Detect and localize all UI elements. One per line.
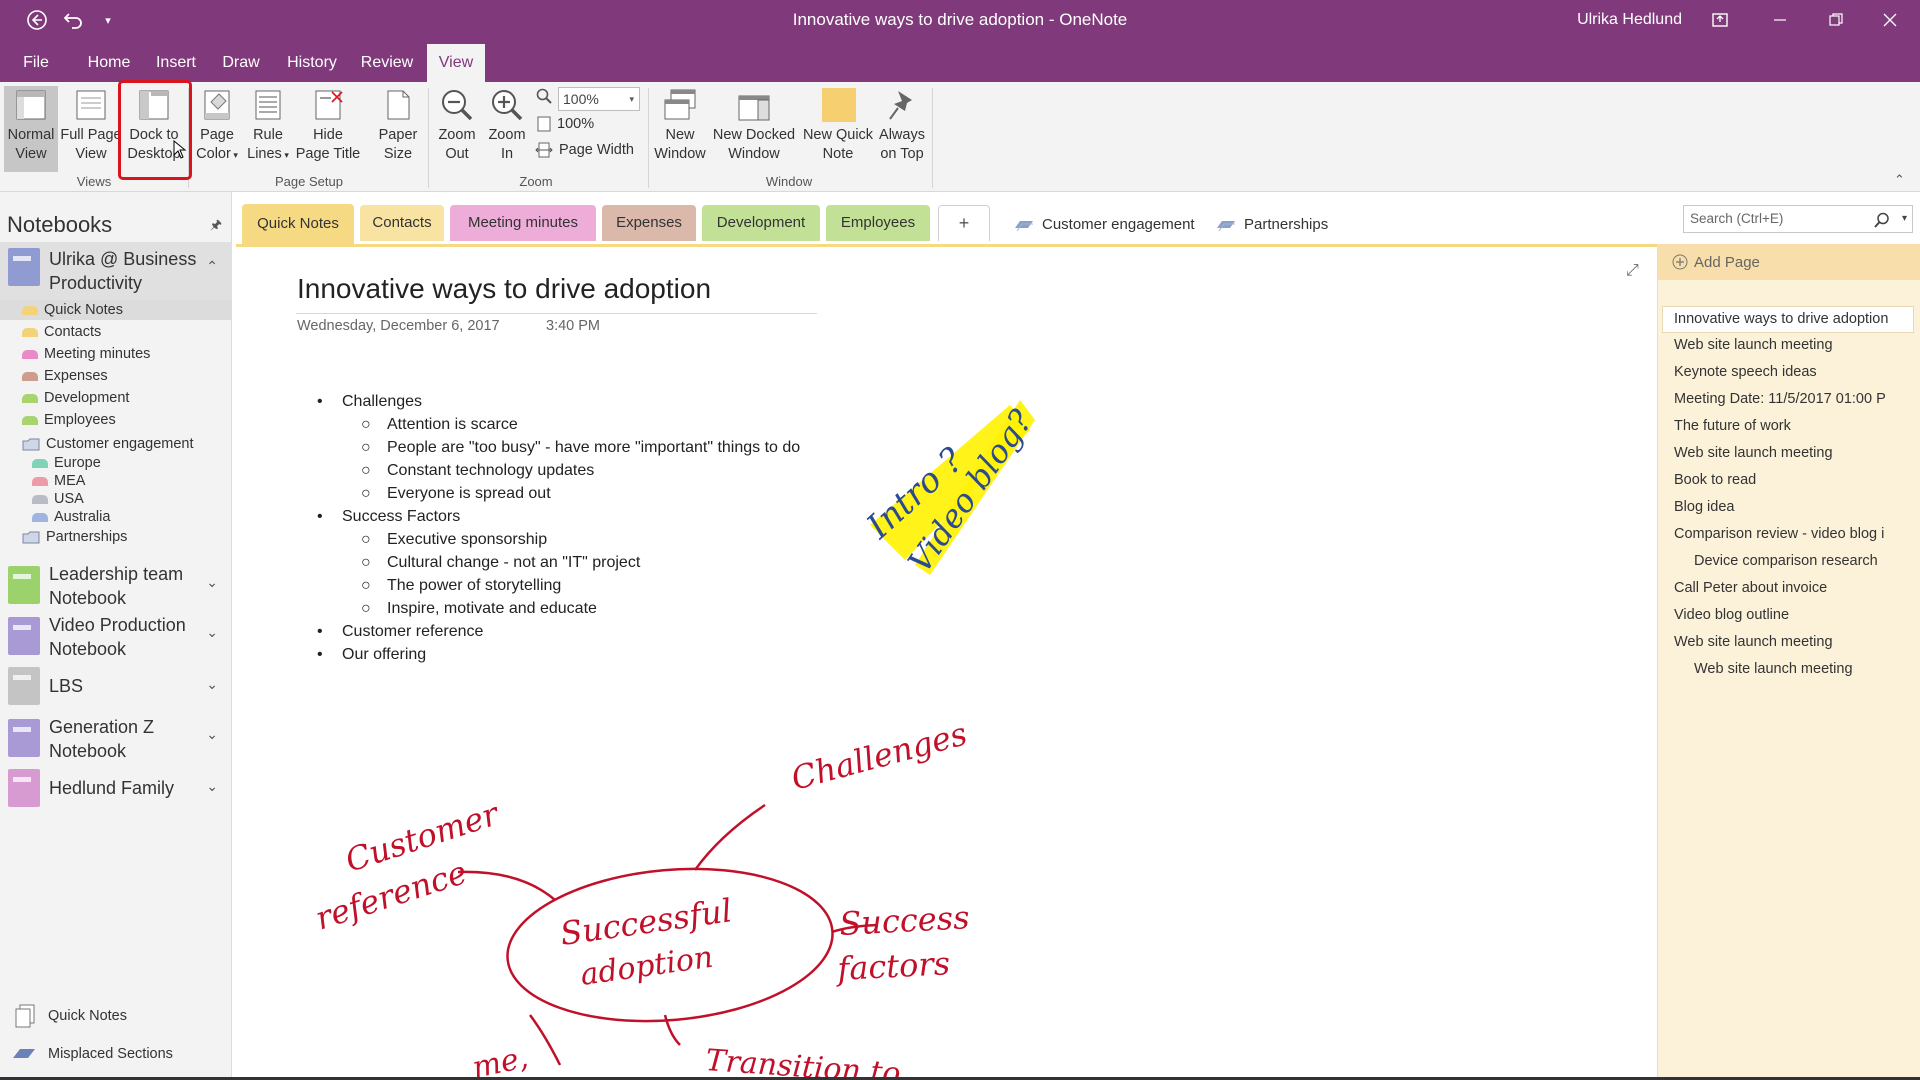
ink-branch-line (693, 803, 766, 871)
add-page-button[interactable]: Add Page (1658, 244, 1920, 280)
ink-branch-challenges: Challenges (787, 714, 971, 797)
page-item[interactable]: Comparison review - video blog i (1674, 526, 1884, 542)
page-item[interactable]: Keynote speech ideas (1674, 364, 1817, 380)
ink-branch-factors: factors (834, 944, 951, 988)
subpage-item[interactable]: Device comparison research (1694, 553, 1878, 569)
subpage-item[interactable]: Web site launch meeting (1694, 661, 1853, 677)
page-item-innovative-ways[interactable]: Innovative ways to drive adoption (1662, 306, 1914, 333)
ink-layer[interactable]: Intro ? Video blog? Successful adoption … (0, 0, 1920, 1080)
page-item[interactable]: Blog idea (1674, 499, 1734, 515)
add-page-icon (1672, 254, 1688, 270)
add-page-label: Add Page (1694, 253, 1760, 271)
ink-branch-line (528, 1014, 562, 1066)
ink-branch-transition: Transition to (704, 1043, 901, 1080)
page-item[interactable]: Call Peter about invoice (1674, 580, 1827, 596)
page-item[interactable]: Web site launch meeting (1674, 445, 1833, 461)
page-item[interactable]: The future of work (1674, 418, 1791, 434)
pages-pane: Add Page Innovative ways to drive adopti… (1657, 244, 1920, 1080)
page-item[interactable]: Web site launch meeting (1674, 634, 1833, 650)
ink-branch-success: Success (838, 898, 970, 943)
page-item[interactable]: Video blog outline (1674, 607, 1789, 623)
page-item[interactable]: Meeting Date: 11/5/2017 01:00 P (1674, 391, 1886, 407)
ink-branch-line (457, 870, 556, 901)
onenote-window: ▾ Innovative ways to drive adoption - On… (0, 0, 1920, 1080)
ink-branch-me: me, (469, 1040, 531, 1080)
page-item[interactable]: Web site launch meeting (1674, 337, 1833, 353)
page-item[interactable]: Book to read (1674, 472, 1756, 488)
